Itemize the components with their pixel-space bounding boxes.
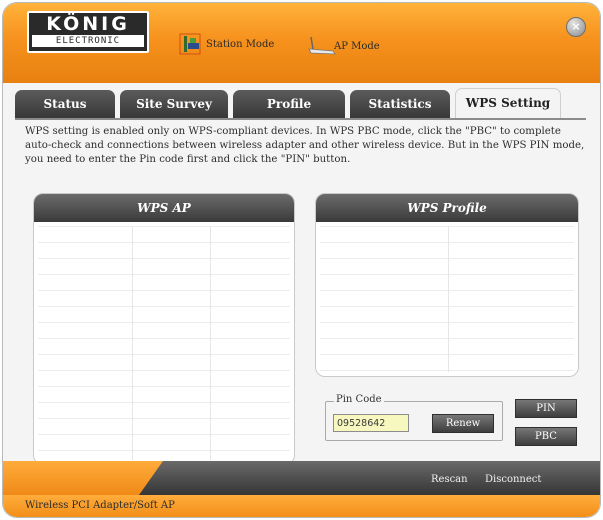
close-icon[interactable]: × xyxy=(566,17,586,37)
logo-line1: KÖNIG xyxy=(46,13,130,35)
logo-line2: ELECTRONIC xyxy=(32,35,144,47)
header-bar: KÖNIG ELECTRONIC Station Mode AP Mode × xyxy=(3,3,600,83)
renew-button[interactable]: Renew xyxy=(432,414,494,433)
wps-ap-list[interactable] xyxy=(38,226,290,460)
pin-button[interactable]: PIN xyxy=(515,399,577,418)
wps-profile-title: WPS Profile xyxy=(316,194,578,222)
ap-mode-label: AP Mode xyxy=(334,40,380,52)
tab-bar: Status Site Survey Profile Statistics WP… xyxy=(15,88,585,120)
footer-accent xyxy=(3,461,163,495)
disconnect-button[interactable]: Disconnect xyxy=(485,474,541,485)
wps-ap-title: WPS AP xyxy=(34,194,294,222)
tab-site-survey[interactable]: Site Survey xyxy=(120,90,228,118)
tab-wps-setting[interactable]: WPS Setting xyxy=(455,88,561,119)
konig-logo: KÖNIG ELECTRONIC xyxy=(27,11,149,53)
ap-mode-button[interactable]: AP Mode xyxy=(307,35,380,57)
pin-code-field[interactable]: 09528642 xyxy=(333,414,409,432)
tab-profile[interactable]: Profile xyxy=(233,90,345,118)
wps-profile-panel: WPS Profile xyxy=(315,193,579,377)
rescan-button[interactable]: Rescan xyxy=(431,474,468,485)
status-bar-text: Wireless PCI Adapter/Soft AP xyxy=(25,500,175,511)
station-mode-label: Station Mode xyxy=(206,38,275,50)
pin-code-label: Pin Code xyxy=(334,394,384,405)
ap-mode-icon xyxy=(307,35,336,57)
tab-divider xyxy=(15,118,586,120)
wps-profile-list[interactable] xyxy=(320,226,574,372)
tab-statistics[interactable]: Statistics xyxy=(350,90,450,118)
pbc-button[interactable]: PBC xyxy=(515,427,577,446)
app-window: KÖNIG ELECTRONIC Station Mode AP Mode × … xyxy=(3,3,600,517)
wps-ap-panel: WPS AP xyxy=(33,193,295,465)
tab-status[interactable]: Status xyxy=(15,90,115,118)
station-mode-icon xyxy=(179,33,203,55)
station-mode-button[interactable]: Station Mode xyxy=(179,33,274,55)
pin-code-group: Pin Code 09528642 Renew xyxy=(325,394,503,441)
wps-description: WPS setting is enabled only on WPS-compl… xyxy=(25,126,585,165)
